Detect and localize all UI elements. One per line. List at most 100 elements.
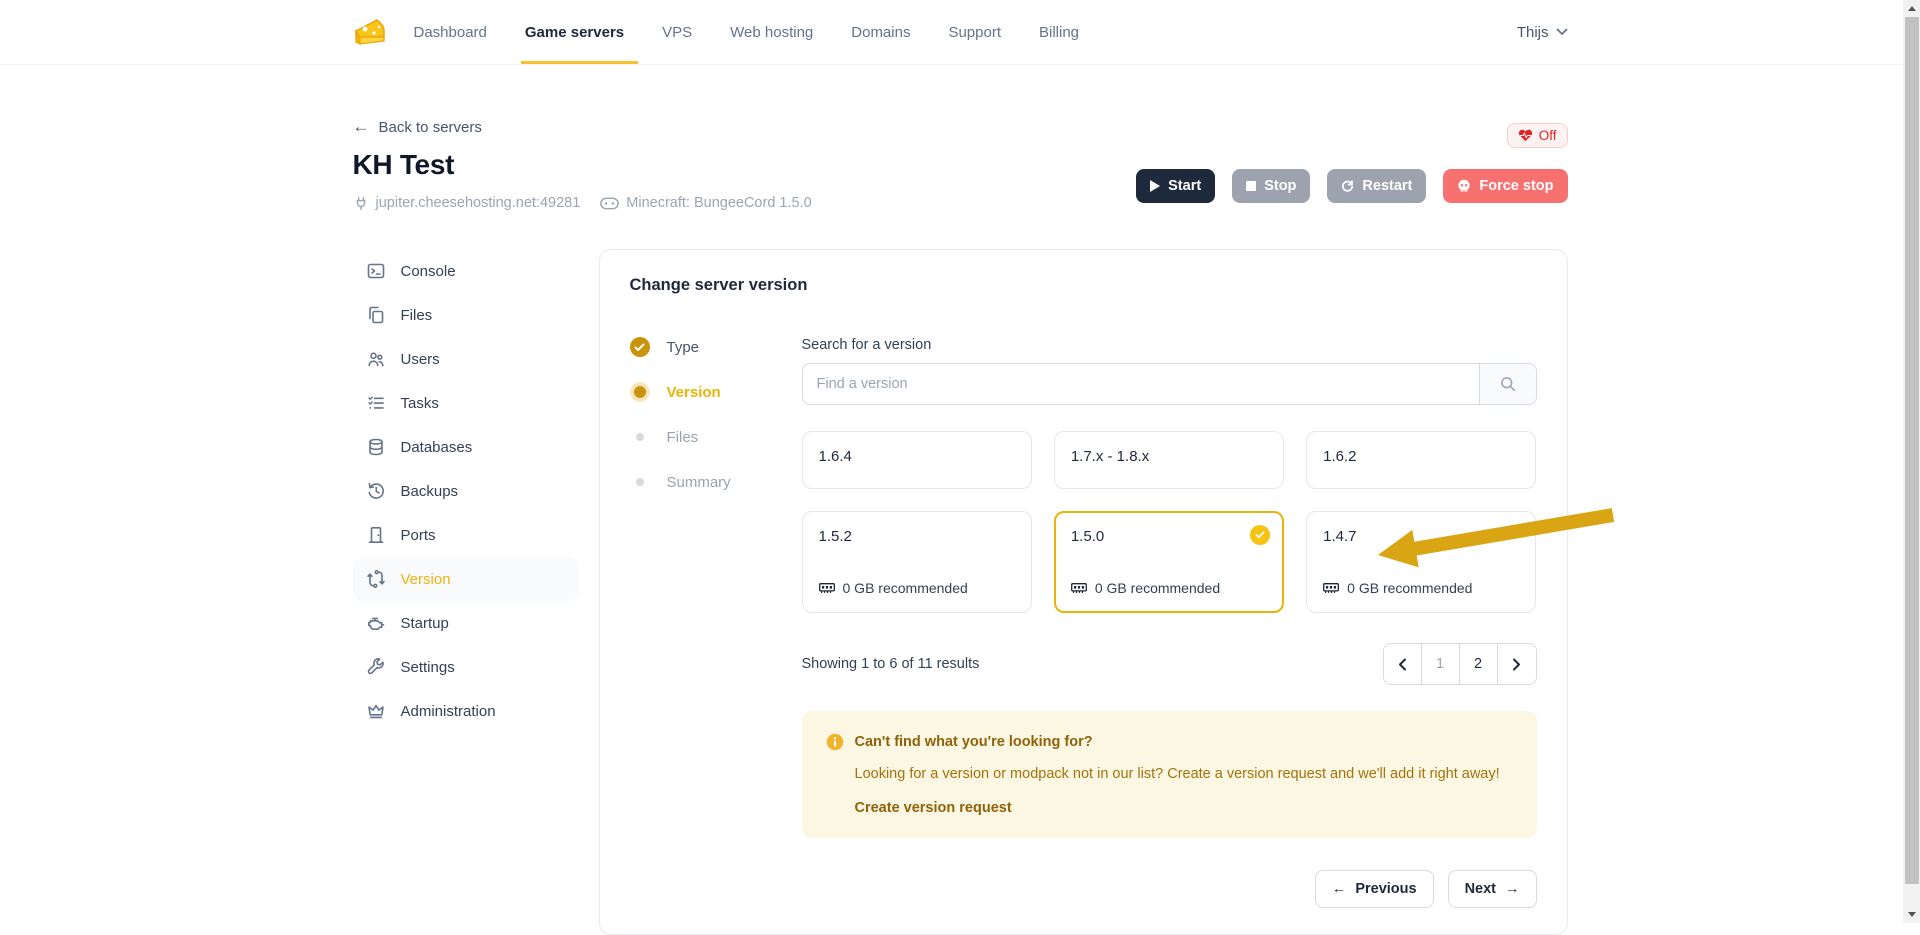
sidebar-item-backups[interactable]: Backups [353, 469, 579, 513]
scrollbar-down-arrow[interactable] [1903, 906, 1920, 923]
sidebar-label: Startup [401, 615, 449, 632]
back-arrow-icon: ← [353, 117, 370, 137]
sidebar-label: Databases [401, 439, 473, 456]
chevron-down-icon [1556, 28, 1568, 36]
nav-label: Domains [851, 24, 910, 41]
status-badge: Off [1507, 123, 1568, 148]
version-card-1-5-2[interactable]: 1.5.2 0 GB recommended [802, 511, 1032, 613]
sidebar-item-databases[interactable]: Databases [353, 425, 579, 469]
search-input[interactable] [803, 364, 1479, 404]
top-navigation: Dashboard Game servers VPS Web hosting D… [0, 0, 1920, 65]
search-label: Search for a version [802, 337, 1537, 353]
sidebar-label: Users [401, 351, 440, 368]
page-title: KH Test [353, 149, 812, 181]
version-title: 1.5.2 [819, 528, 1015, 545]
back-to-servers-link[interactable]: ← Back to servers [353, 117, 812, 137]
restart-button[interactable]: Restart [1327, 169, 1426, 203]
sidebar-item-tasks[interactable]: Tasks [353, 381, 579, 425]
sidebar-item-startup[interactable]: Startup [353, 601, 579, 645]
nav-item-domains[interactable]: Domains [851, 0, 910, 64]
ram-text: 0 GB recommended [1347, 580, 1472, 596]
sidebar-item-administration[interactable]: Administration [353, 689, 579, 733]
version-card-1-5-0-selected[interactable]: 1.5.0 0 GB recommended [1054, 511, 1284, 613]
nav-item-billing[interactable]: Billing [1039, 0, 1079, 64]
terminal-icon [366, 261, 386, 281]
sidebar-item-users[interactable]: Users [353, 337, 579, 381]
step-label: Type [667, 339, 700, 356]
account-menu[interactable]: Thijs [1517, 24, 1568, 41]
wrench-icon [366, 657, 386, 677]
pagination-prev-button[interactable] [1384, 644, 1422, 684]
version-card-1-6-2[interactable]: 1.6.2 [1306, 431, 1536, 489]
version-compare-icon [366, 569, 386, 589]
step-pending-icon [630, 472, 650, 492]
step-complete-icon [630, 337, 650, 357]
nav-label: Support [948, 24, 1001, 41]
engine-icon [366, 613, 386, 633]
chevron-left-icon [1398, 658, 1407, 671]
info-body: Looking for a version or modpack not in … [855, 764, 1513, 784]
nav-item-dashboard[interactable]: Dashboard [414, 0, 487, 64]
version-card-1-4-7[interactable]: 1.4.7 0 GB recommended [1306, 511, 1536, 613]
sidebar-label: Tasks [401, 395, 439, 412]
nav-item-web-hosting[interactable]: Web hosting [730, 0, 813, 64]
step-summary[interactable]: Summary [630, 472, 772, 492]
previous-button[interactable]: ← Previous [1315, 870, 1434, 908]
version-title: 1.4.7 [1323, 528, 1519, 545]
ram-text: 0 GB recommended [1095, 580, 1220, 596]
step-version[interactable]: Version [630, 382, 772, 402]
scrollbar-thumb[interactable] [1905, 17, 1919, 884]
sidebar-item-settings[interactable]: Settings [353, 645, 579, 689]
page-header-left: ← Back to servers KH Test jupiter.cheese… [353, 117, 812, 211]
version-title: 1.6.4 [819, 448, 1015, 465]
sidebar-item-version[interactable]: Version [353, 557, 579, 601]
scrollbar-up-arrow[interactable] [1903, 0, 1920, 17]
ram-recommendation: 0 GB recommended [1323, 580, 1519, 596]
cheese-logo-icon[interactable] [353, 15, 386, 49]
nav-item-vps[interactable]: VPS [662, 0, 692, 64]
sidebar-item-files[interactable]: Files [353, 293, 579, 337]
next-button[interactable]: Next → [1448, 870, 1537, 908]
nav-label: Game servers [525, 24, 624, 41]
history-icon [366, 481, 386, 501]
memory-icon [1071, 583, 1087, 594]
pagination-page-1[interactable]: 1 [1422, 644, 1460, 684]
server-meta: jupiter.cheesehosting.net:49281 Minecraf… [353, 195, 812, 211]
memory-icon [819, 583, 835, 594]
nav-item-game-servers[interactable]: Game servers [525, 0, 624, 64]
change-version-card: Change server version Type Version [599, 249, 1568, 935]
step-type[interactable]: Type [630, 337, 772, 357]
create-version-request-link[interactable]: Create version request [855, 800, 1012, 816]
nav-label: VPS [662, 24, 692, 41]
pagination-page-2[interactable]: 2 [1460, 644, 1498, 684]
next-label: Next [1465, 881, 1496, 897]
server-address: jupiter.cheesehosting.net:49281 [353, 195, 581, 211]
tasks-icon [366, 393, 386, 413]
page-header: ← Back to servers KH Test jupiter.cheese… [353, 117, 1568, 211]
vertical-scrollbar[interactable] [1903, 0, 1920, 923]
pagination-next-button[interactable] [1498, 644, 1536, 684]
version-grid: 1.6.4 1.7.x - 1.8.x 1.6.2 1.5.2 [802, 431, 1537, 613]
version-title: 1.7.x - 1.8.x [1071, 448, 1267, 465]
search-button[interactable] [1479, 364, 1536, 404]
info-title: Can't find what you're looking for? [855, 734, 1093, 750]
nav-item-support[interactable]: Support [948, 0, 1001, 64]
crown-icon [366, 701, 386, 721]
force-stop-button[interactable]: Force stop [1443, 169, 1567, 203]
start-button[interactable]: Start [1136, 169, 1215, 203]
version-card-1-7x-1-8x[interactable]: 1.7.x - 1.8.x [1054, 431, 1284, 489]
version-search [802, 363, 1537, 405]
force-stop-label: Force stop [1479, 178, 1553, 194]
sidebar-item-ports[interactable]: Ports [353, 513, 579, 557]
stop-button[interactable]: Stop [1232, 169, 1310, 203]
selected-check-icon [1250, 525, 1270, 545]
server-sidebar: Console Files Users [353, 249, 579, 733]
sidebar-label: Files [401, 307, 433, 324]
memory-icon [1323, 583, 1339, 594]
users-icon [366, 349, 386, 369]
restart-icon [1341, 180, 1354, 193]
step-files[interactable]: Files [630, 427, 772, 447]
sidebar-item-console[interactable]: Console [353, 249, 579, 293]
right-arrow-icon: → [1505, 881, 1520, 897]
version-card-1-6-4[interactable]: 1.6.4 [802, 431, 1032, 489]
